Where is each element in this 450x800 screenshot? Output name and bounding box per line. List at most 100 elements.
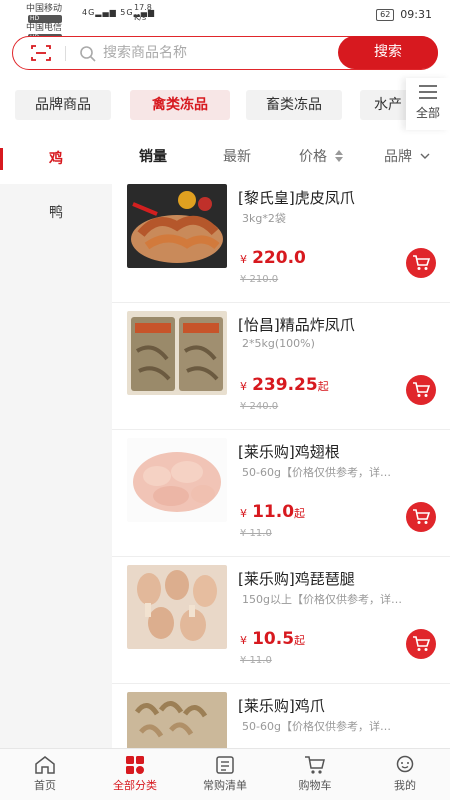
product-item[interactable]: [莱乐购]鸡爪 50-60g【价格仅供参考，详… [112,684,450,748]
product-spec: 2*5kg(100%) [242,337,315,350]
original-price: ¥ 11.0 [240,655,272,666]
menu-icon [419,85,437,99]
original-price: ¥ 240.0 [240,401,279,412]
product-name[interactable]: [黎氏皇]虎皮凤爪 [238,187,355,208]
home-icon [35,756,55,774]
hd-badge: HD [28,15,63,23]
sort-price[interactable]: 价格 [299,146,344,166]
carrier-1: 中国移动 [26,4,63,14]
nav-profile-label: 我的 [394,779,416,792]
product-name[interactable]: [莱乐购]鸡翅根 [238,441,340,462]
cart-icon [413,382,430,397]
product-price: ¥ 220.0 [240,248,306,268]
product-image[interactable] [127,311,227,395]
product-name[interactable]: [莱乐购]鸡琵琶腿 [238,568,355,589]
signal-4g: 4G [82,8,96,17]
product-image[interactable] [127,692,227,748]
add-to-cart-button[interactable] [406,375,436,405]
product-item[interactable]: [黎氏皇]虎皮凤爪 3kg*2袋 ¥ 220.0 ¥ 210.0 [112,176,450,303]
product-spec: 50-60g【价格仅供参考，详… [242,720,391,733]
carrier-2: 中国电信 [26,23,63,33]
product-item[interactable]: [莱乐购]鸡翅根 50-60g【价格仅供参考，详… ¥ 11.0起 ¥ 11.0 [112,430,450,557]
nav-home[interactable]: 首页 [0,749,90,800]
add-to-cart-button[interactable] [406,629,436,659]
cart-icon [413,636,430,651]
nav-cart-label: 购物车 [298,779,332,792]
sidebar-item-chicken[interactable]: 鸡 [0,134,112,184]
nav-frequent-list-label: 常购清单 [203,779,247,792]
sort-arrows-icon [335,150,344,162]
sort-price-label: 价格 [299,149,327,165]
network-speed: 17.8 K/s [134,3,152,23]
price-value: 11.0 [252,502,295,522]
subcategory-sidebar: 鸡 鸭 [0,134,112,748]
product-price: ¥ 239.25起 [240,375,329,395]
nav-profile[interactable]: 我的 [360,749,450,800]
cart-icon [413,509,430,524]
nav-categories[interactable]: 全部分类 [90,749,180,800]
search-bar: 搜索 [12,36,438,70]
product-item[interactable]: [怡昌]精品炸凤爪 2*5kg(100%) ¥ 239.25起 ¥ 240.0 [112,303,450,430]
nav-categories-label: 全部分类 [113,779,157,792]
add-to-cart-button[interactable] [406,248,436,278]
nav-cart[interactable]: 购物车 [270,749,360,800]
currency-symbol: ¥ [240,634,247,647]
search-icon [80,46,96,62]
cart-icon [305,756,325,774]
price-value: 220.0 [252,248,306,268]
cart-icon [413,255,430,270]
product-spec: 50-60g【价格仅供参考，详… [242,466,391,479]
original-price: ¥ 11.0 [240,528,272,539]
search-divider [65,46,66,61]
product-spec: 3kg*2袋 [242,212,286,225]
category-tab-seafood[interactable]: 水产 [360,90,410,120]
product-name[interactable]: [怡昌]精品炸凤爪 [238,314,355,335]
search-input[interactable] [103,43,333,63]
signal-5g: 5G [120,8,134,17]
speed-value: 17.8 [134,3,152,12]
product-spec: 150g以上【价格仅供参考，详… [242,593,402,606]
add-to-cart-button[interactable] [406,502,436,532]
all-categories-label: 全部 [415,106,440,120]
product-name[interactable]: [莱乐购]鸡爪 [238,695,325,716]
sort-bar: 销量 最新 价格 品牌 [112,134,450,176]
speed-unit: K/s [134,13,147,22]
category-tab-brand[interactable]: 品牌商品 [15,90,111,120]
currency-symbol: ¥ [240,253,247,266]
product-image[interactable] [127,184,227,268]
currency-symbol: ¥ [240,380,247,393]
category-icon [126,756,144,774]
original-price: ¥ 210.0 [240,274,279,285]
category-tabs: 品牌商品 禽类冻品 畜类冻品 水产 [0,80,450,132]
sort-brand[interactable]: 品牌 [384,146,430,166]
price-suffix: 起 [294,507,306,520]
sidebar-item-duck[interactable]: 鸭 [0,188,112,238]
sort-brand-label: 品牌 [384,149,412,165]
status-right: 62 09:31 [376,8,432,21]
nav-home-label: 首页 [34,779,56,792]
price-suffix: 起 [294,634,306,647]
all-categories-button[interactable]: 全部 [406,78,450,130]
battery-icon: 62 [376,8,395,21]
clock: 09:31 [400,8,432,21]
product-image[interactable] [127,438,227,522]
price-value: 239.25 [252,375,318,395]
currency-symbol: ¥ [240,507,247,520]
bottom-nav: 首页 全部分类 常购清单 购物车 我的 [0,748,450,800]
profile-icon [396,755,414,773]
product-price: ¥ 10.5起 [240,629,305,649]
sort-sales[interactable]: 销量 [139,146,167,166]
category-tab-poultry[interactable]: 禽类冻品 [130,90,230,120]
search-button[interactable]: 搜索 [338,36,438,69]
scan-icon[interactable] [31,44,51,62]
sort-newest[interactable]: 最新 [223,146,251,166]
status-bar: 中国移动HD 中国电信HD 4G▂▄▆ 5G▂▄▆ 17.8 K/s 62 09… [0,0,450,42]
product-image[interactable] [127,565,227,649]
price-suffix: 起 [317,380,329,393]
chevron-down-icon [420,153,430,159]
category-tab-livestock[interactable]: 畜类冻品 [246,90,342,120]
list-icon [216,756,234,774]
product-item[interactable]: [莱乐购]鸡琵琶腿 150g以上【价格仅供参考，详… ¥ 10.5起 ¥ 11.… [112,557,450,684]
nav-frequent-list[interactable]: 常购清单 [180,749,270,800]
price-value: 10.5 [252,629,295,649]
